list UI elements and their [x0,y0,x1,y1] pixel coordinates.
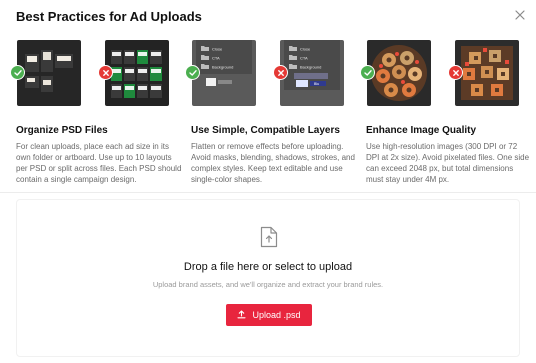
best-practices-dialog: Best Practices for Ad Uploads Organize P… [0,0,536,363]
drop-zone-subtitle: Upload brand assets, and we'll organize … [152,280,384,289]
x-icon [98,65,113,80]
section-divider [0,192,536,193]
quality-good-example-image [367,40,431,106]
practice-heading: Enhance Image Quality [366,125,477,136]
layer-name: Close [212,47,223,52]
check-icon [10,65,25,80]
x-icon [273,65,288,80]
layer-name: Background [300,65,321,70]
file-drop-zone[interactable] [16,199,520,357]
close-icon[interactable] [513,8,527,22]
x-icon [448,65,463,80]
layer-name: Background [212,65,233,70]
organize-good-example-image [17,40,81,106]
file-upload-icon [260,226,278,248]
practice-description: Flatten or remove effects before uploadi… [191,142,355,184]
dialog-title: Best Practices for Ad Uploads [16,9,202,24]
practice-organize-psd: Organize PSD Files For clean uploads, pl… [10,40,182,185]
practice-description: For clean uploads, place each ad size in… [16,142,182,184]
layer-name: CTA [300,56,308,61]
upload-icon [237,309,247,321]
layer-name: CTA [212,56,220,61]
upload-button-label: Upload .psd [252,310,301,320]
practice-simple-layers: Close CTA Background Close CTA Backgroun… [185,40,356,185]
layer-name: Close [300,47,311,52]
layer-name: Blu [314,82,319,86]
layers-bad-example-image: Close CTA Background Blu [280,40,344,106]
practice-description: Use high-resolution images (300 DPI or 7… [366,142,530,184]
practice-image-quality: Enhance Image Quality Use high-resolutio… [360,40,531,185]
layers-good-example-image: Close CTA Background [192,40,256,106]
check-icon [185,65,200,80]
organize-bad-example-image [105,40,169,106]
check-icon [360,65,375,80]
drop-zone-title: Drop a file here or select to upload [183,261,353,273]
upload-psd-button[interactable]: Upload .psd [226,304,312,326]
quality-bad-example-image [455,40,519,106]
practice-heading: Use Simple, Compatible Layers [191,125,340,136]
practice-heading: Organize PSD Files [16,125,108,136]
